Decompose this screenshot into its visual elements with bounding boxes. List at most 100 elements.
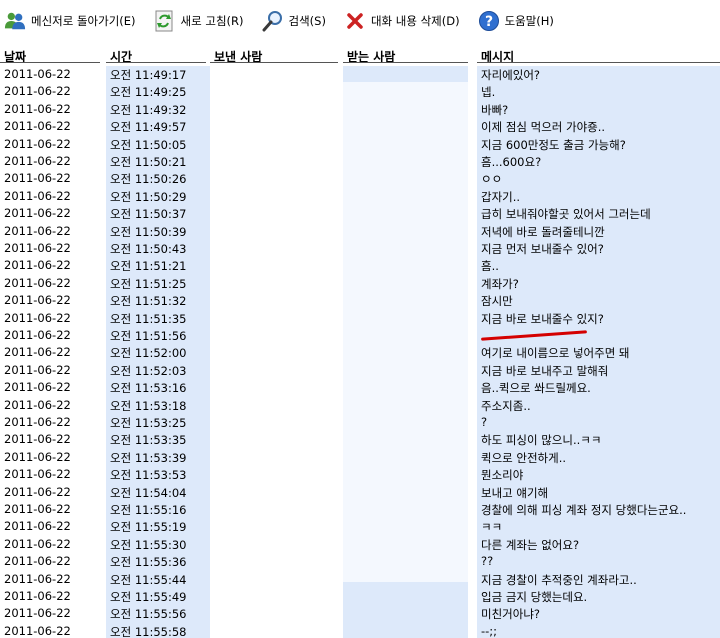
row-date: 2011-06-22 [4, 67, 71, 81]
row-date: 2011-06-22 [4, 345, 71, 360]
row-time: 오전 11:55:16 [110, 503, 187, 517]
row-time: 오전 11:53:53 [110, 468, 187, 483]
row-date: 2011-06-22 [4, 623, 71, 638]
row-message: 하도 피싱이 많으니..ㅋㅋ [481, 433, 602, 448]
redaction-strike [481, 330, 587, 341]
sender-redaction [210, 66, 343, 638]
row-message: ?? [481, 554, 494, 569]
row-time: 오전 11:50:29 [110, 189, 187, 204]
row-date: 2011-06-22 [4, 188, 71, 203]
row-message: 미친거아냐? [481, 607, 541, 622]
row-message: 이제 점심 먹으러 가야죵.. [481, 120, 606, 135]
row-time: 오전 11:51:25 [110, 276, 187, 291]
row-date: 2011-06-22 [4, 449, 71, 464]
back-to-messenger-button[interactable]: 메신저로 돌아가기(E) [0, 6, 140, 36]
messenger-users-icon [4, 10, 26, 32]
row-time: 오전 11:50:39 [110, 224, 187, 239]
row-message: 자리에있어? [481, 68, 541, 82]
row-time: 오전 11:50:05 [110, 137, 187, 152]
row-time: 오전 11:54:04 [110, 485, 187, 500]
row-time: 오전 11:53:39 [110, 450, 187, 465]
row-message: 뭔소리야 [481, 468, 524, 483]
row-message: ? [481, 415, 488, 429]
row-message: 음..퀵으로 쏴드릴께요. [481, 381, 591, 396]
help-label: 도움말(H) [504, 14, 554, 28]
delete-conversation-label: 대화 내용 삭제(D) [370, 14, 460, 28]
row-date: 2011-06-22 [4, 554, 71, 569]
row-message: --;; [481, 623, 498, 638]
row-message: 지금 바로 보내줄수 있지? [481, 311, 604, 326]
delete-conversation-button[interactable]: 대화 내용 삭제(D) [340, 6, 464, 36]
table-row[interactable]: 2011-06-22 오전 11:55:49 입금 금지 당했는데요. [0, 588, 720, 605]
row-message: 보내고 얘기해 [481, 485, 549, 500]
row-time: 오전 11:53:25 [110, 416, 187, 430]
row-date: 2011-06-22 [4, 362, 71, 377]
row-time: 오전 11:55:56 [110, 607, 187, 622]
row-time: 오전 11:49:57 [110, 120, 187, 135]
row-message: 넵. [481, 85, 496, 100]
magnifier-icon [262, 10, 284, 32]
row-date: 2011-06-22 [4, 258, 71, 273]
row-date: 2011-06-22 [4, 310, 71, 325]
table-row[interactable]: 2011-06-22 오전 11:55:56 미친거아냐? [0, 605, 720, 622]
row-time: 오전 11:51:56 [110, 329, 187, 343]
row-message: 여기로 내이름으로 넣어주면 돼 [481, 346, 630, 361]
row-message: 흠...600요? [481, 155, 542, 169]
row-date: 2011-06-22 [4, 84, 71, 99]
row-message: 경찰에 의해 피싱 계좌 정지 당했다는군요.. [481, 503, 687, 517]
row-date: 2011-06-22 [4, 571, 71, 586]
column-divider [0, 62, 100, 63]
row-message: 입금 금지 당했는데요. [481, 590, 588, 604]
search-label: 검색(S) [288, 14, 326, 28]
row-time: 오전 11:55:58 [110, 624, 187, 638]
row-time: 오전 11:55:36 [110, 555, 187, 570]
row-message: ㅇㅇ [481, 172, 503, 187]
row-date: 2011-06-22 [4, 154, 71, 168]
table-row[interactable]: 2011-06-22 오전 11:49:17 자리에있어? [0, 66, 720, 83]
row-message: 계좌가? [481, 276, 519, 291]
row-time: 오전 11:51:21 [110, 259, 187, 274]
row-time: 오전 11:51:35 [110, 311, 187, 326]
row-time: 오전 11:49:17 [110, 68, 187, 82]
row-time: 오전 11:50:37 [110, 207, 187, 222]
row-date: 2011-06-22 [4, 484, 71, 499]
row-message: 급히 보내줘야할곳 있어서 그러는데 [481, 207, 651, 222]
column-divider [106, 62, 206, 63]
row-date: 2011-06-22 [4, 275, 71, 290]
help-button[interactable]: ? 도움말(H) [474, 6, 558, 36]
row-date: 2011-06-22 [4, 101, 71, 116]
refresh-label: 새로 고침(R) [180, 14, 244, 28]
search-button[interactable]: 검색(S) [258, 6, 330, 36]
row-message: 퀵으로 안전하게.. [481, 450, 567, 465]
row-date: 2011-06-22 [4, 328, 71, 342]
row-date: 2011-06-22 [4, 589, 71, 603]
svg-text:?: ? [485, 14, 493, 30]
help-icon: ? [478, 10, 500, 32]
row-time: 오전 11:50:26 [110, 172, 187, 187]
row-date: 2011-06-22 [4, 206, 71, 221]
row-date: 2011-06-22 [4, 606, 71, 621]
row-message: ㅋㅋ [481, 520, 503, 535]
row-time: 오전 11:53:35 [110, 433, 187, 448]
table-row[interactable]: 2011-06-22 오전 11:55:58 --;; [0, 623, 720, 638]
row-time: 오전 11:51:32 [110, 294, 187, 309]
row-time: 오전 11:55:30 [110, 537, 187, 552]
row-message: 흠.. [481, 259, 499, 274]
row-time: 오전 11:49:32 [110, 102, 187, 117]
row-time: 오전 11:55:19 [110, 520, 187, 535]
row-time: 오전 11:50:21 [110, 155, 187, 169]
refresh-button[interactable]: 새로 고침(R) [150, 6, 248, 36]
row-date: 2011-06-22 [4, 536, 71, 551]
column-divider [343, 62, 468, 63]
row-date: 2011-06-22 [4, 223, 71, 238]
row-date: 2011-06-22 [4, 136, 71, 151]
row-date: 2011-06-22 [4, 397, 71, 412]
back-to-messenger-label: 메신저로 돌아가기(E) [31, 14, 136, 28]
row-time: 오전 11:55:49 [110, 590, 187, 604]
row-date: 2011-06-22 [4, 119, 71, 134]
toolbar: 메신저로 돌아가기(E) 새로 고침(R) 검색(S) 대화 내용 삭제(D) … [0, 0, 720, 42]
row-time: 오전 11:52:03 [110, 363, 187, 378]
row-time: 오전 11:53:18 [110, 398, 187, 413]
row-message: 바빠? [481, 102, 509, 117]
column-header: 날짜 시간 보낸 사람 받는 사람 메시지 [0, 46, 720, 64]
